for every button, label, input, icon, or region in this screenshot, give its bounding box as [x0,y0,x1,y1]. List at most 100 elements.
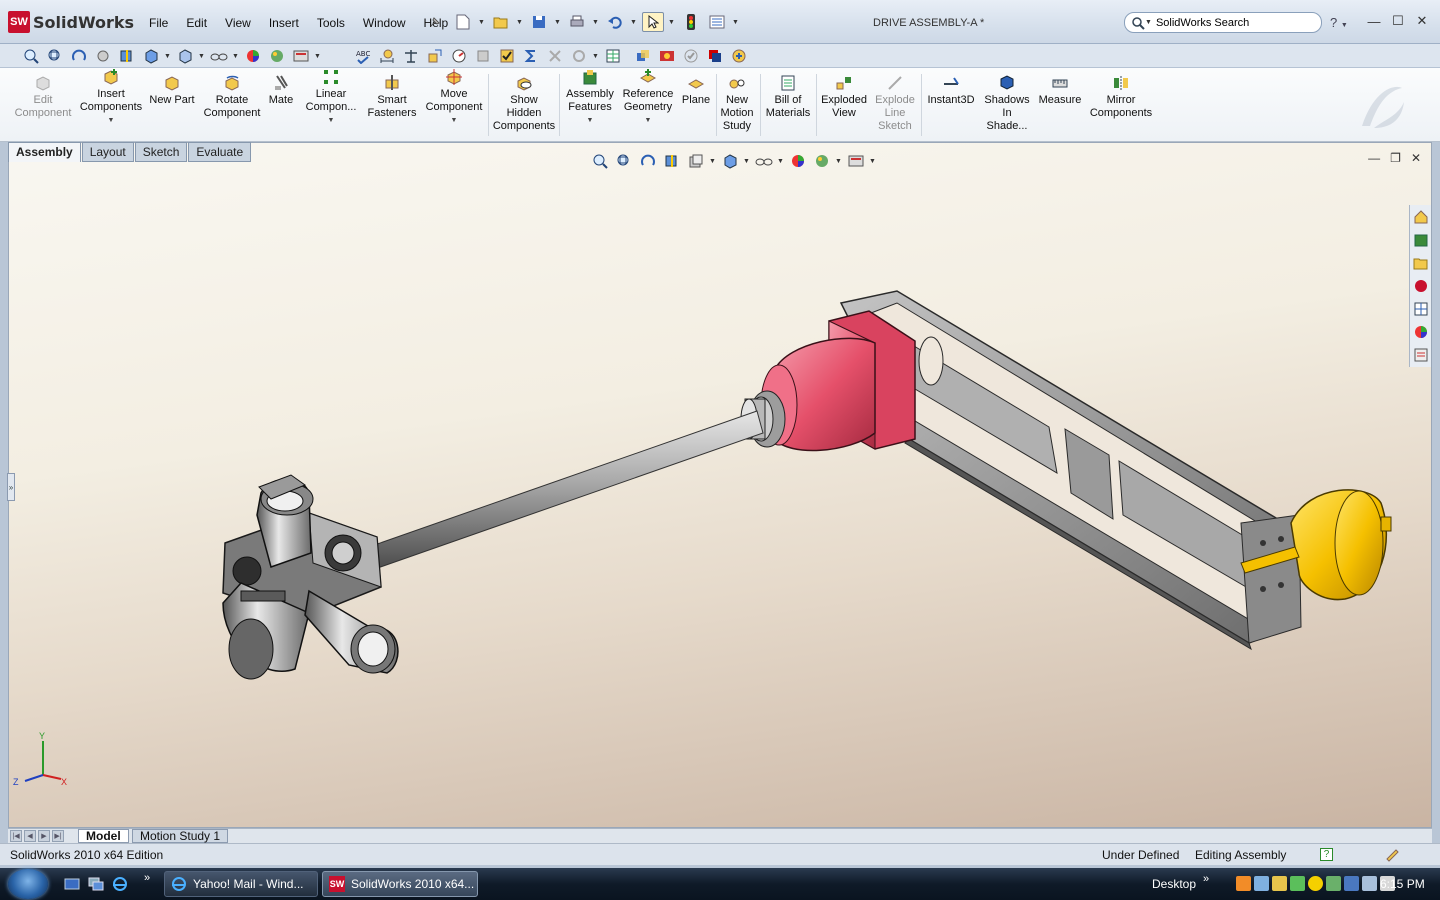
tray-check-icon[interactable] [1326,876,1341,891]
hide-show-items-icon[interactable] [753,151,775,171]
zoom-to-fit-icon[interactable] [20,46,42,66]
exploded-view-button[interactable]: Exploded View [818,74,870,120]
maximize-icon[interactable]: ☐ [1390,12,1406,30]
save-icon[interactable] [528,12,550,32]
zoom-to-area-icon[interactable] [44,46,66,66]
chevron-down-icon[interactable]: ▼ [451,114,458,127]
rotate-component-button[interactable]: Rotate Component [200,74,264,120]
scene-icon[interactable] [266,46,288,66]
tray-connection-icon[interactable] [1362,876,1377,891]
view-palette-icon[interactable] [1411,298,1431,320]
search-input[interactable] [1155,16,1316,29]
solidworks-resources-icon[interactable] [1411,206,1431,228]
last-tab-icon[interactable]: ▶| [52,830,64,842]
chevron-down-icon[interactable]: ▼ [108,114,115,127]
internet-explorer-icon[interactable] [112,876,128,892]
tray-network-icon[interactable] [1254,876,1269,891]
desktop-toolbar-label[interactable]: Desktop [1152,877,1196,891]
first-tab-icon[interactable]: |◀ [10,830,22,842]
tab-sketch[interactable]: Sketch [134,142,188,162]
photoview-icon[interactable] [656,46,678,66]
chevron-down-icon[interactable]: ▼ [198,53,206,60]
sum-icon[interactable] [520,46,542,66]
pan-icon[interactable] [92,46,114,66]
mate-button[interactable]: Mate [266,74,296,107]
zoom-to-area-icon[interactable] [613,151,635,171]
chevron-down-icon[interactable]: ▼ [645,114,652,127]
chevron-down-icon[interactable]: ▼ [592,53,600,60]
measure-button[interactable]: Measure [1036,74,1084,107]
restore-icon[interactable]: ❐ [1390,151,1401,165]
view-settings-icon[interactable] [290,46,312,66]
tab-motion-study-1[interactable]: Motion Study 1 [132,829,229,843]
smart-dimension-icon[interactable] [376,46,398,66]
desktop-chevron-icon[interactable]: » [1203,873,1209,885]
view-orientation-icon[interactable] [719,151,741,171]
chevron-down-icon[interactable]: ▼ [835,158,843,165]
chevron-down-icon[interactable]: ▼ [732,19,740,26]
move-entities-icon[interactable] [424,46,446,66]
toolbox-icon[interactable] [704,46,726,66]
start-button-icon[interactable] [8,869,48,899]
design-library-icon[interactable] [1411,229,1431,251]
addins-icon[interactable] [728,46,750,66]
tab-model[interactable]: Model [78,829,129,843]
table-icon[interactable] [602,46,624,66]
taskbar-clock[interactable]: 6:15 PM [1380,877,1425,891]
chevron-down-icon[interactable]: ▼ [1341,22,1348,29]
view-settings-icon[interactable] [845,151,867,171]
chevron-down-icon[interactable]: ▼ [592,19,600,26]
move-component-button[interactable]: Move Component ▼ [424,68,484,127]
tab-evaluate[interactable]: Evaluate [188,142,252,162]
show-hidden-components-button[interactable]: Show Hidden Components [492,74,556,133]
spelling-icon[interactable]: ABC [352,46,374,66]
appearance-icon[interactable] [242,46,264,66]
menu-window[interactable]: Window [354,13,415,33]
appearance-icon[interactable] [787,151,809,171]
custom-properties-icon[interactable] [1411,344,1431,366]
chevron-down-icon[interactable]: ▼ [743,158,751,165]
view-orientation-icon[interactable] [140,46,162,66]
checkbox-icon[interactable] [496,46,518,66]
tray-app-3-icon[interactable] [1290,876,1305,891]
chevron-down-icon[interactable]: ▼ [630,19,638,26]
chevron-down-icon[interactable]: ▼ [709,158,717,165]
file-explorer-icon[interactable] [1411,252,1431,274]
tab-assembly[interactable]: Assembly [8,142,81,162]
rotate-view-icon[interactable] [68,46,90,66]
menu-file[interactable]: File [140,13,177,33]
tool-disabled-2-icon[interactable] [568,46,590,66]
edit-component-button[interactable]: Edit Component [14,74,72,120]
app-logo[interactable]: SW SolidWorks [8,9,134,35]
shadows-in-shaded-button[interactable]: Shadows In Shade... [982,74,1032,133]
search-box[interactable]: ▼ [1124,12,1322,33]
chevron-down-icon[interactable]: ▼ [516,19,524,26]
previous-view-icon[interactable] [637,151,659,171]
hub-assembly-part[interactable] [222,474,399,680]
quick-tips-icon[interactable]: ? [1320,848,1333,861]
tool-disabled-icon[interactable] [544,46,566,66]
chevron-down-icon[interactable]: ▼ [554,19,562,26]
minimize-icon[interactable]: — [1368,151,1380,165]
show-desktop-icon[interactable] [64,876,80,892]
chevron-down-icon[interactable]: ▼ [1145,19,1152,26]
new-motion-study-button[interactable]: New Motion Study [718,74,756,133]
search-results-icon[interactable] [1411,275,1431,297]
chevron-down-icon[interactable]: ▼ [668,19,676,26]
rebuild-status-icon[interactable] [1384,847,1400,863]
options-icon[interactable] [706,12,728,32]
menu-tools[interactable]: Tools [308,13,354,33]
display-style-icon[interactable] [174,46,196,66]
switch-windows-icon[interactable] [88,876,104,892]
menu-view[interactable]: View [216,13,260,33]
new-document-icon[interactable] [452,12,474,32]
graphics-area[interactable]: Y X Z ▼ ▼ ▼ ▼ ▼ — ❐ ✕ » [7,142,1432,828]
pin-menu-icon[interactable] [428,15,442,29]
minimize-icon[interactable]: — [1366,12,1382,30]
bill-of-materials-button[interactable]: Bill of Materials [762,74,814,120]
chevron-down-icon[interactable]: ▼ [587,114,594,127]
assembly-features-button[interactable]: Assembly Features ▼ [562,68,618,127]
close-icon[interactable]: ✕ [1411,151,1421,165]
chevron-down-icon[interactable]: ▼ [777,158,785,165]
undo-icon[interactable] [604,12,626,32]
